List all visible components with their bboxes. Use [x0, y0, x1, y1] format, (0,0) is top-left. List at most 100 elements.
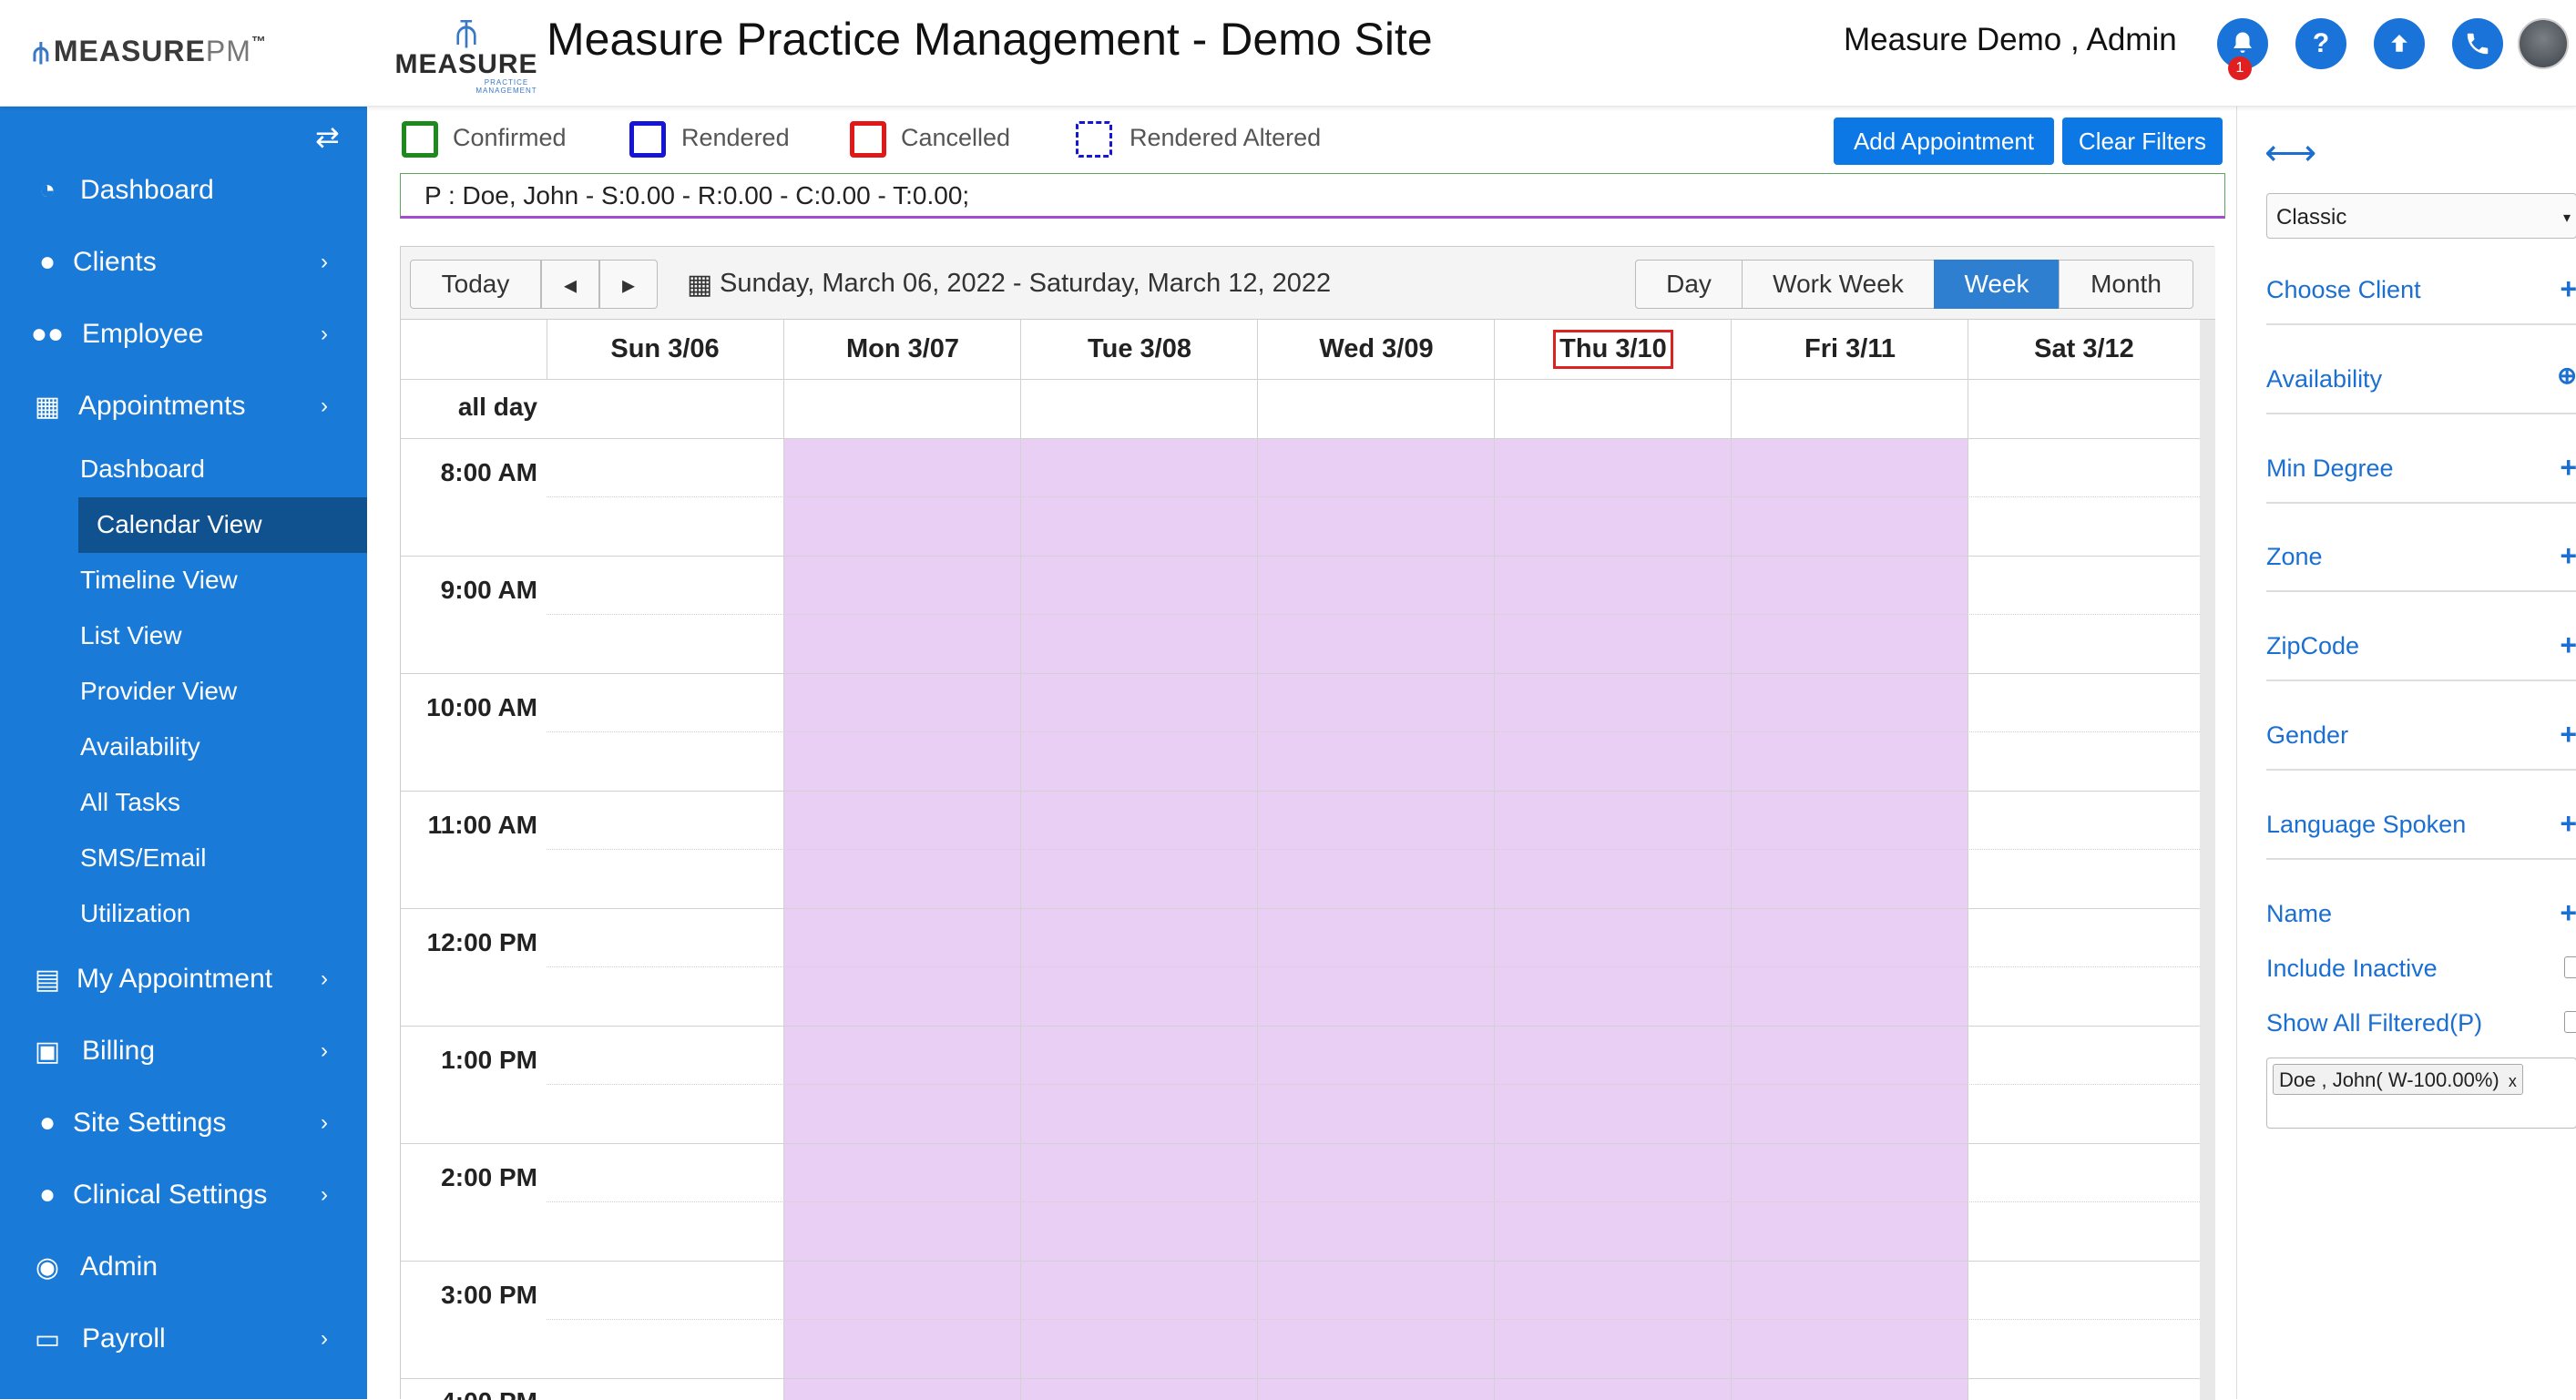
sub-item-dashboard[interactable]: Dashboard: [80, 455, 205, 484]
plus-icon[interactable]: +: [2560, 807, 2576, 841]
filter-availability[interactable]: Availability ⊕: [2266, 360, 2576, 414]
avatar[interactable]: [2518, 18, 2569, 69]
time-label: 11:00 AM: [427, 811, 537, 839]
filter-language-spoken[interactable]: Language Spoken +: [2266, 805, 2576, 860]
time-label: 3:00 PM: [441, 1281, 537, 1309]
legend-rendered-swatch: [629, 121, 666, 158]
prev-button[interactable]: ◂: [541, 260, 599, 309]
time-label: 10:00 AM: [426, 693, 537, 721]
sub-item-availability[interactable]: Availability: [80, 732, 200, 761]
day-header[interactable]: Wed 3/09: [1258, 320, 1495, 379]
sidebar-item-clients[interactable]: ● Clients ›: [0, 235, 367, 290]
sub-item-sms-email[interactable]: SMS/Email: [80, 843, 206, 873]
filter-gender[interactable]: Gender +: [2266, 716, 2576, 771]
sidebar-item-employee[interactable]: ●● Employee ›: [0, 307, 367, 362]
sidebar-item-admin[interactable]: ◉ Admin: [0, 1240, 367, 1294]
sidebar-item-dashboard[interactable]: ◔ Dashboard: [0, 163, 367, 218]
sidebar-toggle-icon[interactable]: ⇄: [315, 119, 340, 154]
money-icon: ▣: [34, 1036, 61, 1067]
sub-item-utilization[interactable]: Utilization: [80, 899, 190, 928]
day-header[interactable]: Mon 3/07: [784, 320, 1021, 379]
show-all-filtered-row[interactable]: Show All Filtered(P): [2266, 1006, 2576, 1042]
calendar-scrollbar[interactable]: [2200, 320, 2215, 1400]
plus-icon[interactable]: +: [2560, 539, 2576, 573]
chevron-right-icon: ›: [321, 1110, 328, 1135]
plus-icon[interactable]: +: [2560, 272, 2576, 306]
plus-icon[interactable]: +: [2560, 896, 2576, 930]
plus-circle-icon[interactable]: ⊕: [2557, 362, 2576, 390]
top-header: ⫛ MEASUREPM™ ⫚ MEASURE PRACTICE MANAGEMEN…: [0, 0, 2576, 107]
sidebar-item-payroll[interactable]: ▭ Payroll ›: [0, 1312, 367, 1366]
time-label: 2:00 PM: [441, 1163, 537, 1191]
measure-logo: ⫚ MEASURE PRACTICE MANAGEMENT: [394, 13, 538, 95]
sidebar-item-billing[interactable]: ▣ Billing ›: [0, 1024, 367, 1078]
filter-zipcode[interactable]: ZipCode +: [2266, 627, 2576, 681]
notification-badge: 1: [2228, 56, 2252, 80]
plus-icon[interactable]: +: [2560, 718, 2576, 751]
calendar: Today ◂ ▸ ▦ Sunday, March 06, 2022 - Sat…: [400, 246, 2215, 1400]
availability-block[interactable]: [784, 439, 1968, 1400]
filter-zone[interactable]: Zone +: [2266, 537, 2576, 592]
users-icon: ●●: [30, 319, 65, 349]
view-work-week-button[interactable]: Work Week: [1742, 260, 1935, 309]
sub-item-list-view[interactable]: List View: [80, 621, 182, 650]
today-button[interactable]: Today: [410, 260, 541, 309]
selected-client-box[interactable]: Doe , John( W-100.00%) x: [2266, 1058, 2576, 1129]
time-label: 1:00 PM: [441, 1046, 537, 1074]
sidebar-item-my-appointment[interactable]: ▤ My Appointment ›: [0, 952, 367, 1007]
view-style-select[interactable]: Classic ▾: [2266, 193, 2576, 239]
dashboard-icon: ◔: [38, 175, 56, 205]
include-inactive-checkbox[interactable]: [2564, 956, 2576, 978]
week-grid: Sun 3/06 Mon 3/07 Tue 3/08 Wed 3/09 Thu …: [401, 320, 2200, 1400]
day-header[interactable]: Fri 3/11: [1732, 320, 1968, 379]
chevron-right-icon: ›: [321, 1326, 328, 1351]
calendar-toolbar: Today ◂ ▸ ▦ Sunday, March 06, 2022 - Sat…: [401, 247, 2215, 320]
sidebar-item-clinical-settings[interactable]: ● Clinical Settings ›: [0, 1168, 367, 1222]
document-icon: ▤: [34, 964, 61, 995]
sub-item-calendar-view[interactable]: Calendar View: [97, 510, 262, 539]
filter-name[interactable]: Name +: [2266, 894, 2576, 949]
clear-filters-button[interactable]: Clear Filters: [2062, 118, 2223, 165]
brand-logo-icon: ⫛: [33, 37, 50, 67]
filter-choose-client[interactable]: Choose Client +: [2266, 271, 2576, 325]
day-header[interactable]: Tue 3/08: [1021, 320, 1258, 379]
all-day-label: all day: [457, 393, 537, 421]
next-button[interactable]: ▸: [599, 260, 658, 309]
filter-min-degree[interactable]: Min Degree +: [2266, 449, 2576, 504]
phone-icon[interactable]: [2452, 18, 2503, 69]
time-label: 12:00 PM: [426, 928, 537, 956]
day-header[interactable]: Sun 3/06: [547, 320, 783, 379]
day-header-today[interactable]: Thu 3/10: [1495, 320, 1732, 379]
calendar-icon: ▦: [34, 391, 61, 422]
day-header[interactable]: Sat 3/12: [1968, 320, 2200, 379]
brand-logo[interactable]: ⫛ MEASUREPM™: [33, 35, 267, 68]
chevron-right-icon: ›: [321, 966, 328, 991]
legend-confirmed-swatch: [402, 121, 438, 158]
view-week-button[interactable]: Week: [1934, 260, 2060, 309]
calendar-icon: ▦: [687, 270, 713, 300]
sub-item-timeline-view[interactable]: Timeline View: [80, 566, 238, 595]
summary-bar: P : Doe, John - S:0.00 - R:0.00 - C:0.00…: [400, 173, 2225, 219]
view-month-button[interactable]: Month: [2059, 260, 2193, 309]
sub-item-all-tasks[interactable]: All Tasks: [80, 788, 180, 817]
sidebar-item-site-settings[interactable]: ● Site Settings ›: [0, 1096, 367, 1150]
chevron-right-icon: ›: [321, 250, 328, 274]
add-appointment-button[interactable]: Add Appointment: [1834, 118, 2054, 165]
plus-icon[interactable]: +: [2560, 628, 2576, 662]
plus-icon[interactable]: +: [2560, 451, 2576, 485]
show-all-filtered-checkbox[interactable]: [2564, 1011, 2576, 1033]
include-inactive-row[interactable]: Include Inactive: [2266, 951, 2576, 987]
sub-item-provider-view[interactable]: Provider View: [80, 677, 237, 706]
user-icon: ●: [38, 247, 56, 277]
remove-tag-icon[interactable]: x: [2509, 1072, 2517, 1090]
chevron-right-icon: ›: [321, 1182, 328, 1207]
caret-down-icon: ▾: [2562, 210, 2571, 226]
user-name[interactable]: Measure Demo , Admin: [1844, 22, 2177, 58]
view-day-button[interactable]: Day: [1635, 260, 1743, 309]
legend-confirmed-label: Confirmed: [453, 124, 567, 151]
sidebar-item-appointments[interactable]: ▦ Appointments ›: [0, 379, 367, 434]
help-icon[interactable]: ?: [2295, 18, 2346, 69]
expand-horizontal-icon[interactable]: ⟷: [2264, 132, 2316, 174]
upload-icon[interactable]: [2374, 18, 2425, 69]
time-label: 9:00 AM: [440, 576, 537, 604]
